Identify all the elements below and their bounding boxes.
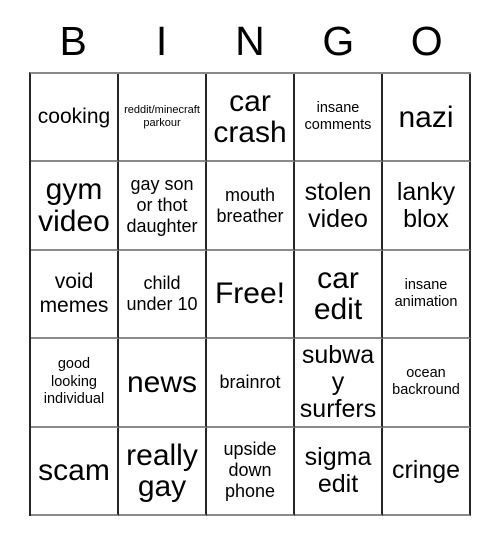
bingo-grid-row: good looking individual news brainrot su… [31, 339, 471, 428]
bingo-header-letter-g: G [322, 17, 355, 64]
bingo-cell[interactable]: nazi [383, 74, 471, 163]
bingo-cell[interactable]: upside down phone [207, 427, 295, 516]
bingo-cell-label: news [126, 365, 198, 399]
bingo-cell[interactable]: insane animation [383, 250, 471, 340]
bingo-cell[interactable]: gay son or thot daughter [119, 162, 207, 251]
bingo-grid-row: gym video gay son or thot daughter mouth… [31, 162, 471, 251]
bingo-grid-row: cooking reddit/minecraft parkour car cra… [31, 74, 471, 163]
bingo-cell-label: cringe [391, 456, 461, 485]
bingo-cell-label: upside down phone [223, 439, 277, 502]
bingo-cell-label: reddit/minecraft parkour [124, 103, 200, 130]
bingo-card: B I N G O cooking reddit/minecraft parko… [29, 10, 471, 516]
bingo-cell-label: ocean backround [392, 364, 460, 399]
bingo-cell-label: stolen video [304, 177, 372, 233]
bingo-cell[interactable]: car edit [295, 250, 383, 340]
bingo-cell-label: car edit [313, 261, 363, 326]
bingo-cell-label: child under 10 [126, 273, 198, 314]
bingo-header-letter-n: N [235, 17, 265, 64]
bingo-header-row: B I N G O [29, 10, 471, 72]
bingo-cell-label: gay son or thot daughter [126, 174, 198, 237]
bingo-cell[interactable]: child under 10 [119, 250, 207, 340]
bingo-cell[interactable]: reddit/minecraft parkour [119, 74, 207, 163]
bingo-cell-label: scam [38, 454, 110, 488]
bingo-cell-label: really gay [126, 438, 198, 503]
bingo-cell[interactable]: news [119, 339, 207, 428]
bingo-cell[interactable]: cooking [31, 74, 119, 163]
bingo-cell-label: subway surfers [299, 340, 377, 423]
bingo-header-letter-i: I [155, 17, 168, 64]
bingo-cell-label: nazi [398, 100, 454, 134]
bingo-grid-row: void memes child under 10 Free! car edit… [31, 250, 471, 340]
bingo-cell[interactable]: lanky blox [383, 162, 471, 251]
bingo-cell-label: mouth breather [216, 184, 284, 226]
bingo-cell-label: good looking individual [43, 356, 105, 408]
bingo-cell-label: void memes [39, 270, 109, 317]
bingo-cell-label: sigma edit [304, 442, 372, 498]
bingo-grid: cooking reddit/minecraft parkour car cra… [29, 72, 471, 516]
bingo-cell[interactable]: car crash [207, 74, 295, 163]
bingo-cell[interactable]: really gay [119, 427, 207, 516]
bingo-header-letter-b: B [59, 17, 87, 64]
bingo-grid-row: scam really gay upside down phone sigma … [31, 427, 471, 516]
bingo-cell[interactable]: stolen video [295, 162, 383, 251]
bingo-cell-label: car crash [213, 85, 287, 150]
bingo-header-letter-o: O [410, 17, 443, 64]
bingo-cell[interactable]: void memes [31, 250, 119, 340]
bingo-cell-label: lanky blox [396, 177, 456, 233]
bingo-cell-label: insane animation [394, 276, 458, 310]
bingo-cell[interactable]: good looking individual [31, 339, 119, 428]
bingo-cell-label: insane comments [304, 99, 372, 134]
bingo-cell[interactable]: sigma edit [295, 427, 383, 516]
bingo-cell[interactable]: scam [31, 427, 119, 516]
bingo-cell[interactable]: insane comments [295, 74, 383, 163]
bingo-cell-label: gym video [38, 173, 110, 238]
bingo-cell[interactable]: brainrot [207, 339, 295, 428]
bingo-cell[interactable]: subway surfers [295, 339, 383, 428]
bingo-cell[interactable]: gym video [31, 162, 119, 251]
bingo-cell-label: brainrot [219, 371, 281, 392]
bingo-cell-label: Free! [214, 277, 286, 311]
bingo-cell[interactable]: mouth breather [207, 162, 295, 251]
bingo-cell-label: cooking [37, 105, 111, 129]
bingo-cell[interactable]: cringe [383, 427, 471, 516]
bingo-cell[interactable]: ocean backround [383, 339, 471, 428]
bingo-cell-free[interactable]: Free! [207, 250, 295, 340]
